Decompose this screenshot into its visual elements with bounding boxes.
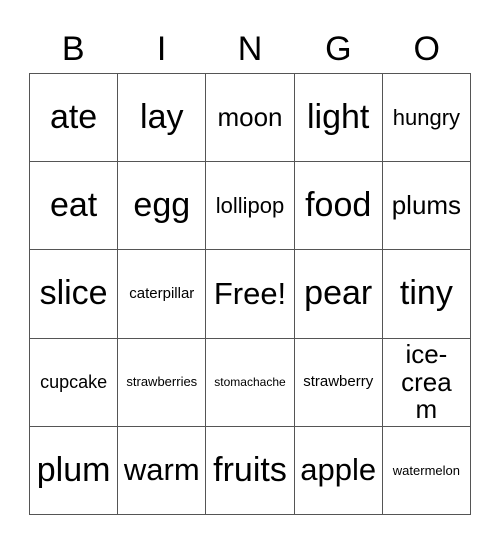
cell-text-line: ice- bbox=[405, 339, 448, 370]
bingo-cell[interactable]: light bbox=[294, 74, 383, 163]
bingo-cell[interactable]: fruits bbox=[206, 426, 295, 515]
bingo-cell[interactable]: warm bbox=[118, 426, 207, 515]
header-letter-n: N bbox=[237, 30, 263, 68]
bingo-cell[interactable]: plum bbox=[30, 426, 119, 515]
bingo-cell[interactable]: strawberry bbox=[294, 338, 383, 427]
bingo-board: ate lay moon light hungry eat egg lollip… bbox=[29, 73, 471, 515]
header-letter-g: G bbox=[325, 30, 352, 68]
bingo-cell[interactable]: hungry bbox=[382, 74, 471, 163]
bingo-cell[interactable]: slice bbox=[30, 250, 119, 339]
bingo-cell[interactable]: ate bbox=[30, 74, 119, 163]
bingo-cell[interactable]: strawberries bbox=[118, 338, 207, 427]
cell-text-line: cream bbox=[401, 366, 452, 424]
bingo-header: B I N G O bbox=[29, 26, 471, 72]
bingo-cell[interactable]: moon bbox=[206, 74, 295, 163]
bingo-cell[interactable]: egg bbox=[118, 162, 207, 251]
bingo-cell[interactable]: stomachache bbox=[206, 338, 295, 427]
bingo-cell[interactable]: food bbox=[294, 162, 383, 251]
bingo-cell[interactable]: plums bbox=[382, 162, 471, 251]
bingo-cell[interactable]: tiny bbox=[382, 250, 471, 339]
bingo-cell[interactable]: eat bbox=[30, 162, 119, 251]
header-letter-b: B bbox=[61, 30, 85, 68]
bingo-cell[interactable]: ice-cream bbox=[382, 338, 471, 427]
bingo-cell[interactable]: lay bbox=[118, 74, 207, 163]
bingo-cell[interactable]: caterpillar bbox=[118, 250, 207, 339]
bingo-cell[interactable]: cupcake bbox=[30, 338, 119, 427]
bingo-cell[interactable]: watermelon bbox=[382, 426, 471, 515]
free-space-cell[interactable]: Free! bbox=[206, 250, 295, 339]
bingo-cell[interactable]: pear bbox=[294, 250, 383, 339]
bingo-cell[interactable]: lollipop bbox=[206, 162, 295, 251]
header-letter-i: I bbox=[156, 30, 167, 68]
bingo-cell[interactable]: apple bbox=[294, 426, 383, 515]
header-letter-o: O bbox=[413, 30, 440, 68]
